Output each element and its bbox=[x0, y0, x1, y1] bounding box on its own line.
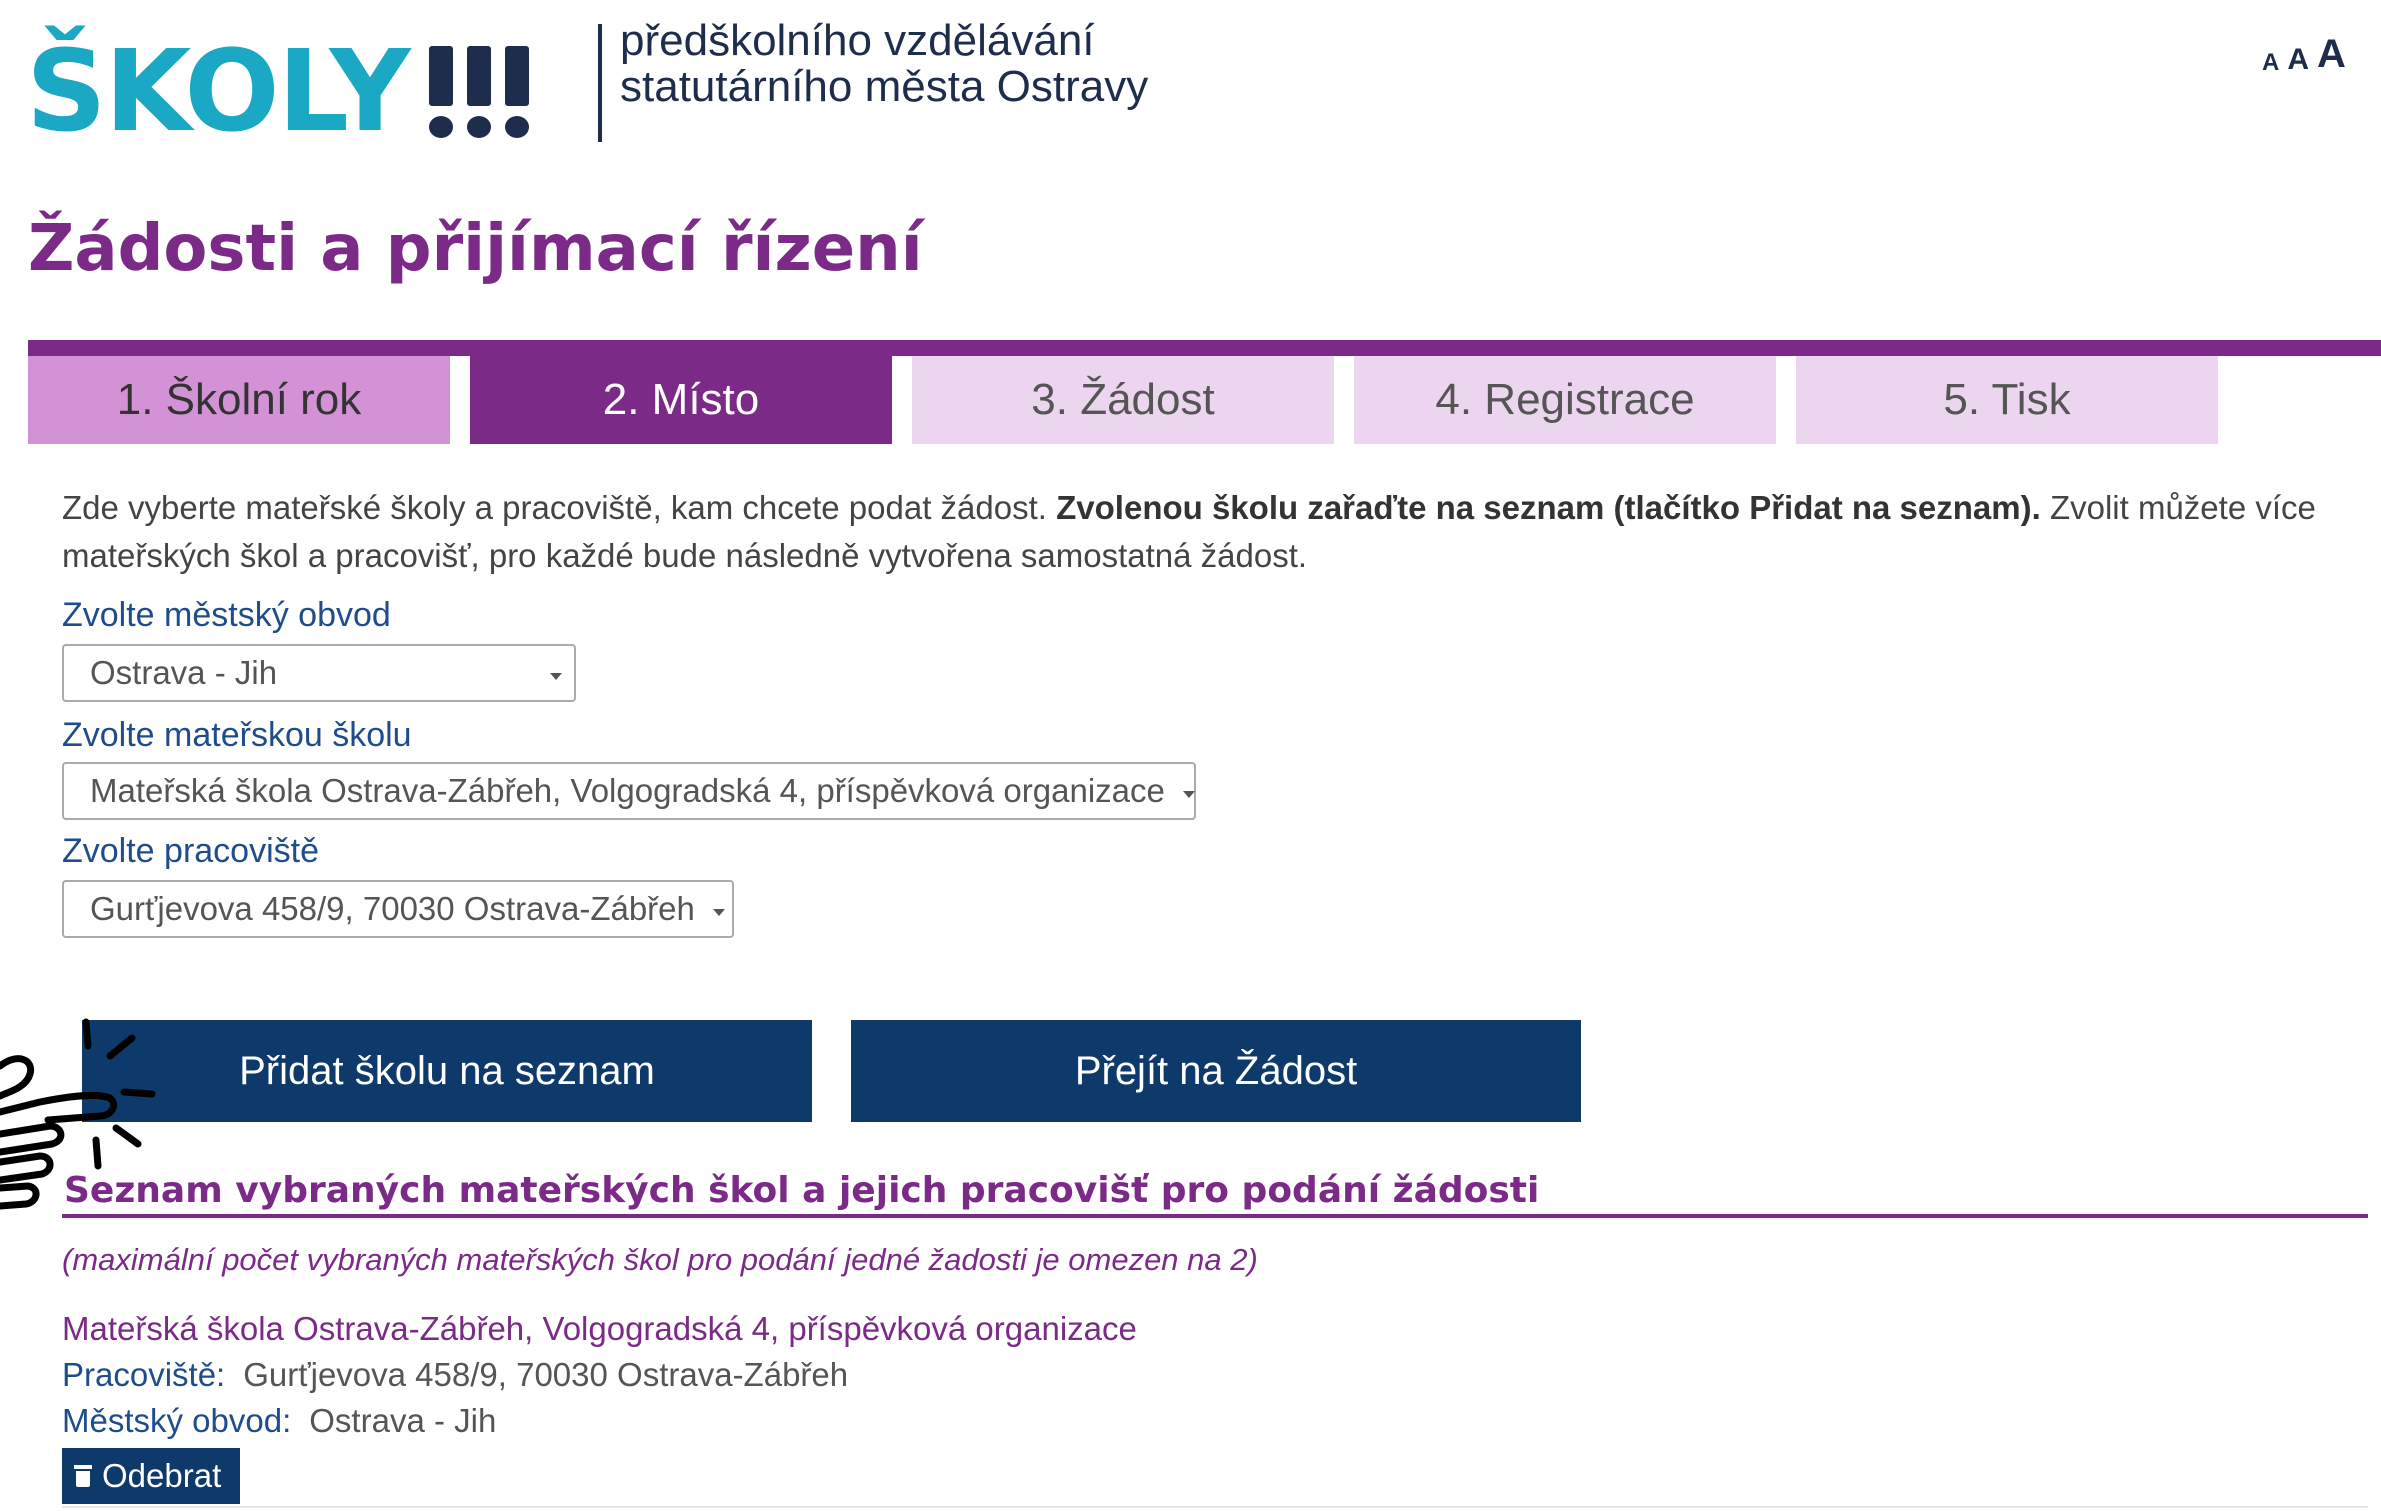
step-school-year[interactable]: 1. Školní rok bbox=[28, 356, 450, 444]
font-size-medium-button[interactable]: A bbox=[2287, 43, 2309, 77]
selected-school-workplace: Pracoviště: Gurťjevova 458/9, 70030 Ostra… bbox=[62, 1356, 848, 1394]
intro-text: Zde vyberte mateřské školy a pracoviště,… bbox=[62, 484, 2322, 580]
step-print[interactable]: 5. Tisk bbox=[1796, 356, 2218, 444]
wizard-steps: 1. Školní rok 2. Místo 3. Žádost 4. Regi… bbox=[28, 356, 2218, 444]
header-subtitle-line1: předškolního vzdělávání bbox=[620, 16, 1095, 65]
workplace-select-value: Gurťjevova 458/9, 70030 Ostrava-Zábřeh bbox=[90, 890, 695, 927]
school-select-value: Mateřská škola Ostrava-Zábřeh, Volgograd… bbox=[90, 772, 1165, 809]
district-value: Ostrava - Jih bbox=[309, 1402, 497, 1439]
workplace-select[interactable]: Gurťjevova 458/9, 70030 Ostrava-Zábřeh bbox=[62, 880, 734, 938]
header-subtitle: předškolního vzdělávání statutárního měs… bbox=[620, 18, 1148, 110]
district-select[interactable]: Ostrava - Jih bbox=[62, 644, 576, 702]
font-size-small-button[interactable]: A bbox=[2262, 49, 2279, 77]
trash-icon bbox=[74, 1465, 92, 1487]
triple-exclamation-icon bbox=[428, 46, 579, 138]
header-divider bbox=[598, 24, 602, 142]
proceed-to-application-button[interactable]: Přejít na Žádost bbox=[851, 1020, 1581, 1122]
step-application[interactable]: 3. Žádost bbox=[912, 356, 1334, 444]
remove-school-label: Odebrat bbox=[102, 1457, 222, 1494]
site-logo[interactable]: ŠKOLY bbox=[26, 32, 586, 152]
district-select-value: Ostrava - Jih bbox=[90, 654, 278, 691]
step-place[interactable]: 2. Místo bbox=[470, 356, 892, 444]
selected-school-district: Městský obvod: Ostrava - Jih bbox=[62, 1402, 496, 1440]
page-title: Žádosti a přijímací řízení bbox=[28, 212, 923, 286]
district-key: Městský obvod: bbox=[62, 1402, 292, 1439]
font-size-switcher: A A A bbox=[2262, 32, 2346, 77]
workplace-key: Pracoviště: bbox=[62, 1356, 226, 1393]
workplace-value: Gurťjevova 458/9, 70030 Ostrava-Zábřeh bbox=[243, 1356, 849, 1393]
school-label: Zvolte mateřskou školu bbox=[62, 716, 412, 754]
workplace-label: Zvolte pracoviště bbox=[62, 832, 319, 870]
school-select[interactable]: Mateřská škola Ostrava-Zábřeh, Volgograd… bbox=[62, 762, 1196, 820]
font-size-large-button[interactable]: A bbox=[2317, 32, 2346, 77]
selected-school-name: Mateřská škola Ostrava-Zábřeh, Volgograd… bbox=[62, 1310, 1137, 1347]
step-registration[interactable]: 4. Registrace bbox=[1354, 356, 1776, 444]
steps-top-bar bbox=[28, 340, 2381, 356]
district-label: Zvolte městský obvod bbox=[62, 596, 391, 634]
intro-text-bold: Zvolenou školu zařaďte na seznam (tlačít… bbox=[1056, 489, 2041, 526]
selected-list-heading: Seznam vybraných mateřských škol a jejic… bbox=[64, 1170, 1540, 1211]
header-subtitle-line2: statutárního města Ostravy bbox=[620, 62, 1149, 111]
add-school-button[interactable]: Přidat školu na seznam bbox=[82, 1020, 812, 1122]
remove-school-button[interactable]: Odebrat bbox=[62, 1448, 240, 1504]
page-root: ŠKOLY předškolního vzdělávání statutární… bbox=[0, 0, 2381, 1511]
selected-list-note: (maximální počet vybraných mateřských šk… bbox=[62, 1242, 1258, 1277]
intro-text-part1: Zde vyberte mateřské školy a pracoviště,… bbox=[62, 489, 1057, 526]
bottom-divider bbox=[62, 1506, 2368, 1508]
selected-list-divider bbox=[62, 1214, 2368, 1218]
logo-wordmark: ŠKOLY bbox=[26, 27, 411, 157]
